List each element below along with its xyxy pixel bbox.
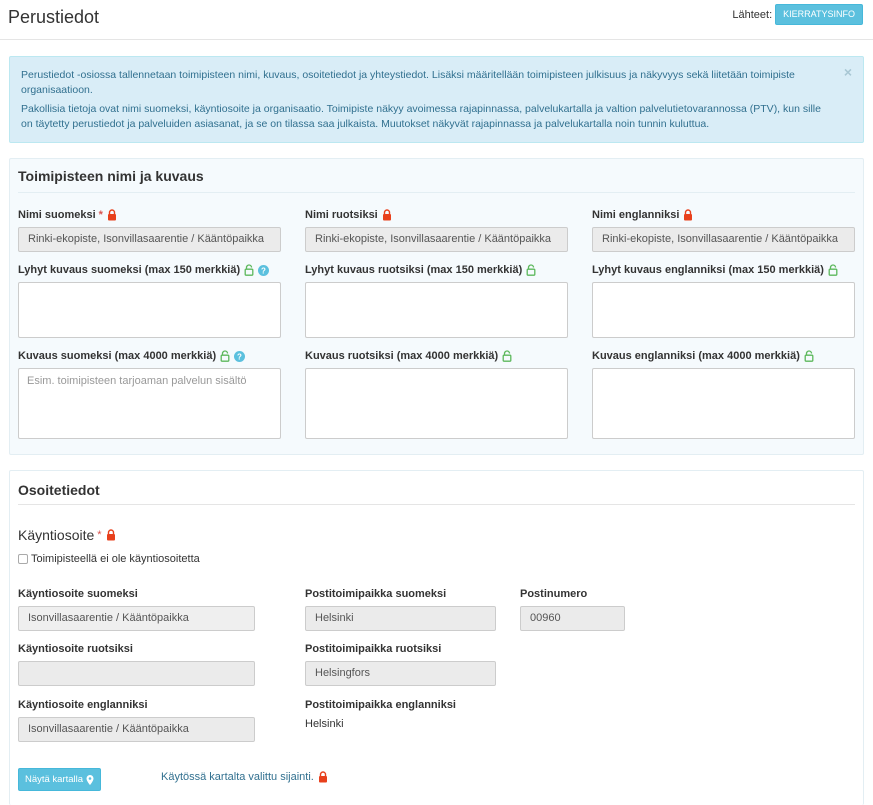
postal-code-label: Postinumero [520,588,588,600]
city-sv-label: Postitoimipaikka ruotsiksi [305,643,442,655]
address-panel: Osoitetiedot Käyntiosoite * Toimipisteel… [9,470,864,805]
divider [18,192,855,193]
name-en-label: Nimi englanniksi [592,209,693,221]
svg-text:?: ? [261,266,266,275]
sources: Lähteet: KIERRATYSINFO [732,4,863,25]
short-desc-fi-label: Lyhyt kuvaus suomeksi (max 150 merkkiä) … [18,264,270,276]
visit-address-heading: Käyntiosoite * [18,527,116,543]
source-kierratysinfo-button[interactable]: KIERRATYSINFO [775,4,863,25]
postal-code-input[interactable]: 00960 [520,606,625,631]
short-desc-fi-textarea[interactable] [18,282,281,338]
lock-open-icon [220,350,230,362]
divider [18,504,855,505]
lock-closed-icon [318,771,327,783]
short-desc-en-textarea[interactable] [592,282,855,338]
desc-en-textarea[interactable] [592,368,855,439]
question-icon[interactable]: ? [258,264,270,276]
required-mark: * [98,209,103,221]
name-en-input[interactable]: Rinki-ekopiste, Isonvillasaarentie / Kää… [592,227,855,252]
city-fi-label: Postitoimipaikka suomeksi [305,588,447,600]
name-fi-label: Nimi suomeksi * [18,209,117,221]
short-desc-en-label: Lyhyt kuvaus englanniksi (max 150 merkki… [592,264,838,276]
visit-address-heading-text: Käyntiosoite [18,527,95,543]
street-sv-input[interactable] [18,661,255,686]
map-location-note: Käytössä kartalta valittu sijainti. [161,771,328,783]
show-on-map-button[interactable]: Näytä kartalla [18,768,101,791]
city-fi-input[interactable]: Helsinki [305,606,496,631]
desc-fi-label: Kuvaus suomeksi (max 4000 merkkiä) ? [18,350,246,362]
page-header: Perustiedot Lähteet: KIERRATYSINFO [0,0,873,40]
name-fi-input[interactable]: Rinki-ekopiste, Isonvillasaarentie / Kää… [18,227,281,252]
short-desc-fi-label-text: Lyhyt kuvaus suomeksi (max 150 merkkiä) [18,264,241,276]
svg-text:?: ? [237,352,242,361]
street-en-label: Käyntiosoite englanniksi [18,699,148,711]
name-sv-input[interactable]: Rinki-ekopiste, Isonvillasaarentie / Kää… [305,227,568,252]
required-mark: * [97,529,102,541]
lock-closed-icon [106,529,115,541]
city-sv-input[interactable]: Helsingfors [305,661,496,686]
info-alert: Perustiedot -osiossa tallennetaan toimip… [9,56,864,143]
desc-sv-label: Kuvaus ruotsiksi (max 4000 merkkiä) [305,350,512,362]
street-en-input[interactable]: Isonvillasaarentie / Kääntöpaikka [18,717,255,742]
short-desc-sv-label: Lyhyt kuvaus ruotsiksi (max 150 merkkiä) [305,264,536,276]
question-icon[interactable]: ? [234,350,246,362]
name-description-panel: Toimipisteen nimi ja kuvaus Nimi suomeks… [9,158,864,455]
city-en-value: Helsinki [305,718,344,730]
short-desc-en-label-text: Lyhyt kuvaus englanniksi (max 150 merkki… [592,264,824,276]
lock-open-icon [804,350,814,362]
lock-closed-icon [382,209,391,221]
street-fi-input[interactable]: Isonvillasaarentie / Kääntöpaikka [18,606,255,631]
name-fi-label-text: Nimi suomeksi [18,209,96,221]
desc-sv-label-text: Kuvaus ruotsiksi (max 4000 merkkiä) [305,350,499,362]
name-section-title: Toimipisteen nimi ja kuvaus [18,168,204,184]
address-section-title: Osoitetiedot [18,482,100,498]
lock-closed-icon [107,209,116,221]
desc-sv-textarea[interactable] [305,368,568,439]
name-sv-label: Nimi ruotsiksi [305,209,392,221]
lock-open-icon [244,264,254,276]
no-visit-address-checkbox[interactable] [18,554,28,564]
map-location-note-text: Käytössä kartalta valittu sijainti. [161,771,314,783]
alert-paragraph-1: Perustiedot -osiossa tallennetaan toimip… [21,69,795,96]
lock-closed-icon [684,209,693,221]
desc-fi-textarea[interactable]: Esim. toimipisteen tarjoaman palvelun si… [18,368,281,439]
sources-label: Lähteet: [732,8,773,21]
short-desc-sv-label-text: Lyhyt kuvaus ruotsiksi (max 150 merkkiä) [305,264,523,276]
street-sv-label: Käyntiosoite ruotsiksi [18,643,133,655]
name-en-label-text: Nimi englanniksi [592,209,680,221]
short-desc-sv-textarea[interactable] [305,282,568,338]
alert-close-button[interactable]: × [844,65,852,80]
city-en-label: Postitoimipaikka englanniksi [305,699,456,711]
show-on-map-label: Näytä kartalla [24,774,84,785]
lock-open-icon [502,350,512,362]
desc-en-label: Kuvaus englanniksi (max 4000 merkkiä) [592,350,814,362]
lock-open-icon [828,264,838,276]
lock-open-icon [526,264,536,276]
page-title: Perustiedot [8,7,100,27]
alert-paragraph-2: Pakollisia tietoja ovat nimi suomeksi, k… [21,103,821,130]
map-marker-icon [86,774,94,785]
desc-fi-label-text: Kuvaus suomeksi (max 4000 merkkiä) [18,350,217,362]
desc-en-label-text: Kuvaus englanniksi (max 4000 merkkiä) [592,350,800,362]
name-sv-label-text: Nimi ruotsiksi [305,209,378,221]
no-visit-address-row: Toimipisteellä ei ole käyntiosoitetta [18,553,200,565]
street-fi-label: Käyntiosoite suomeksi [18,588,138,600]
no-visit-address-label: Toimipisteellä ei ole käyntiosoitetta [31,553,200,565]
